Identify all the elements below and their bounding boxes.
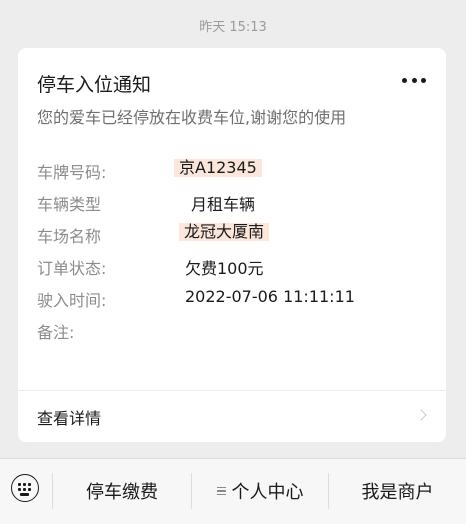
field-list: 车牌号码: 京A12345 车辆类型 月租车辆 车场名称 龙冠大厦南 订单状态:… — [37, 156, 427, 348]
plate-number-value: 京A12345 — [174, 159, 262, 177]
field-row-entry-time: 驶入时间: 2022-07-06 11:11:11 — [37, 284, 427, 316]
keyboard-icon[interactable] — [11, 474, 39, 502]
field-label: 驶入时间: — [37, 291, 107, 310]
view-details-label: 查看详情 — [37, 409, 102, 428]
field-row-lot-name: 车场名称 龙冠大厦南 — [37, 220, 427, 252]
more-dots-icon[interactable] — [402, 75, 426, 85]
menu-item-merchant[interactable]: 我是商户 — [329, 459, 466, 523]
menu-item-label: 个人中心 — [231, 482, 304, 503]
menu-item-label: 停车缴费 — [86, 482, 158, 503]
field-label: 订单状态: — [37, 259, 107, 278]
order-status-value: 欠费100元 — [185, 259, 264, 278]
field-label: 备注: — [37, 323, 75, 342]
view-details-link[interactable]: 查看详情 — [37, 405, 429, 431]
menu-item-personal-center[interactable]: 个人中心 — [192, 459, 328, 523]
card-subtitle: 您的爱车已经停放在收费车位,谢谢您的使用 — [37, 108, 347, 127]
entry-time-value: 2022-07-06 11:11:11 — [185, 287, 355, 306]
field-label: 车辆类型 — [37, 195, 102, 214]
message-timestamp: 昨天 15:13 — [199, 20, 267, 35]
bottom-menu-bar: 停车缴费 个人中心 我是商户 — [0, 458, 466, 524]
card-divider — [18, 390, 446, 391]
menu-item-label: 我是商户 — [361, 482, 434, 503]
field-row-remark: 备注: — [37, 316, 427, 348]
card-title: 停车入位通知 — [37, 74, 152, 96]
lot-name-value: 龙冠大厦南 — [179, 223, 270, 241]
field-row-plate: 车牌号码: 京A12345 — [37, 156, 427, 188]
vehicle-type-value: 月租车辆 — [191, 195, 256, 214]
field-row-order-status: 订单状态: 欠费100元 — [37, 252, 427, 284]
chevron-right-icon — [415, 409, 427, 421]
list-icon — [216, 486, 226, 496]
field-label: 车牌号码: — [37, 163, 107, 182]
template-message-card[interactable]: 停车入位通知 您的爱车已经停放在收费车位,谢谢您的使用 车牌号码: 京A1234… — [18, 48, 446, 442]
field-label: 车场名称 — [37, 227, 102, 246]
menu-item-parking-payment[interactable]: 停车缴费 — [53, 459, 191, 523]
field-row-vehicle-type: 车辆类型 月租车辆 — [37, 188, 427, 220]
